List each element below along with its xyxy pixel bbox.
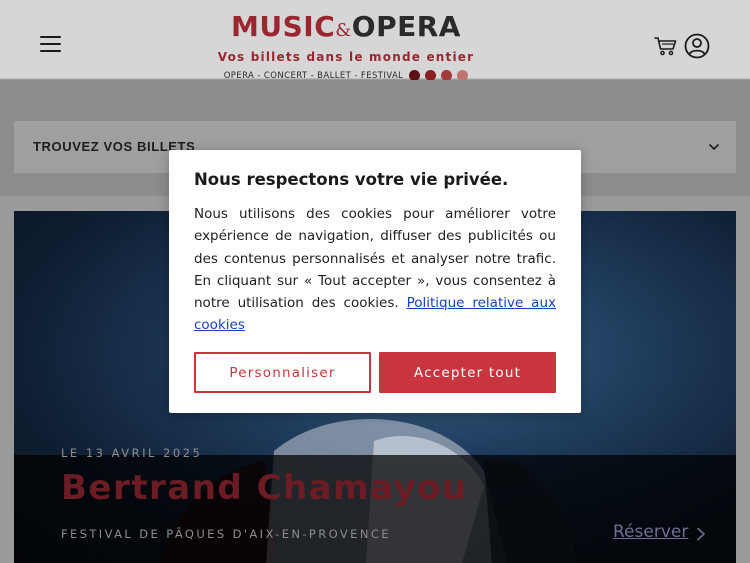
accept-all-button[interactable]: Accepter tout [379,352,556,393]
cookie-dialog-text: Nous utilisons des cookies pour améliore… [194,203,556,337]
cookie-consent-dialog: Nous respectons votre vie privée. Nous u… [169,150,581,413]
customize-button[interactable]: Personnaliser [194,352,371,393]
cookie-dialog-title: Nous respectons votre vie privée. [194,170,509,189]
